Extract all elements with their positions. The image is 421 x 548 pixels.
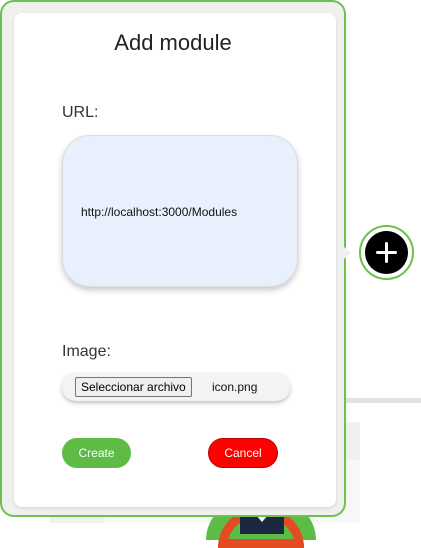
cancel-button[interactable]: Cancel — [208, 438, 278, 468]
url-value: http://localhost:3000/Modules — [81, 205, 238, 219]
create-button[interactable]: Create — [62, 438, 131, 468]
selected-file-name: icon.png — [212, 380, 258, 394]
add-module-button[interactable] — [359, 225, 414, 280]
modal-connector — [343, 246, 351, 260]
choose-file-button[interactable]: Seleccionar archivo — [75, 377, 192, 397]
image-label: Image: — [62, 343, 111, 360]
url-input[interactable]: http://localhost:3000/Modules — [62, 135, 298, 287]
background-divider — [340, 398, 421, 403]
modal-title: Add module — [114, 30, 232, 55]
url-label: URL: — [62, 104, 99, 121]
image-file-input[interactable]: Seleccionar archivo icon.png — [62, 373, 290, 401]
plus-icon — [365, 231, 408, 274]
plus-icon-vertical — [385, 242, 388, 263]
